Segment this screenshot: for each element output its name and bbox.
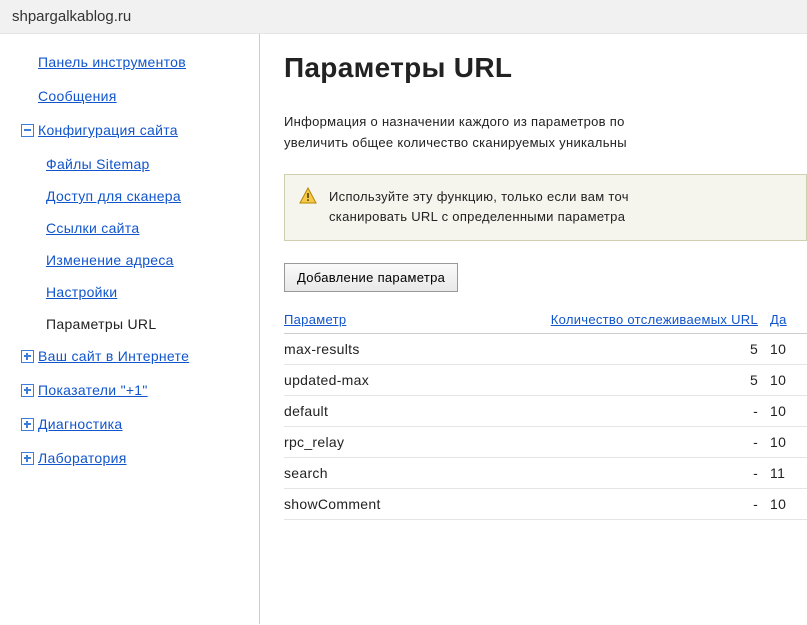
sidebar-item-site-web[interactable]: Ваш сайт в Интернете <box>18 348 249 364</box>
sidebar-link[interactable]: Показатели "+1" <box>38 382 148 398</box>
sidebar-link[interactable]: Диагностика <box>38 416 122 432</box>
cell-date: 11 <box>770 458 807 489</box>
cell-count: - <box>441 396 770 427</box>
expand-icon[interactable] <box>18 452 36 465</box>
cell-param: max-results <box>284 334 441 365</box>
table-header-row: Параметр Количество отслеживаемых URL Да <box>284 306 807 334</box>
sidebar-item-plus-one[interactable]: Показатели "+1" <box>18 382 249 398</box>
table-row: updated-max 5 10 <box>284 365 807 396</box>
warning-notice: Используйте эту функцию, только если вам… <box>284 174 807 242</box>
layout: Панель инструментов Сообщения Конфигурац… <box>0 34 807 624</box>
sidebar-item-site-config[interactable]: Конфигурация сайта <box>18 122 249 138</box>
table-row: max-results 5 10 <box>284 334 807 365</box>
sidebar-active-label: Параметры URL <box>46 316 156 332</box>
intro-text: Информация о назначении каждого из парам… <box>284 112 807 154</box>
sidebar-sub-url-params: Параметры URL <box>46 316 249 332</box>
expand-icon[interactable] <box>18 350 36 363</box>
sidebar-link[interactable]: Ваш сайт в Интернете <box>38 348 189 364</box>
col-param-link[interactable]: Параметр <box>284 312 346 327</box>
cell-count: 5 <box>441 365 770 396</box>
sidebar-link[interactable]: Файлы Sitemap <box>46 156 150 172</box>
main-content: Параметры URL Информация о назначении ка… <box>260 34 807 624</box>
sidebar-submenu: Файлы Sitemap Доступ для сканера Ссылки … <box>46 156 249 332</box>
warning-icon <box>299 187 317 229</box>
sidebar-sub-address-change[interactable]: Изменение адреса <box>46 252 249 268</box>
warning-line-2: сканировать URL с определенными параметр… <box>329 209 625 224</box>
sidebar-item-messages[interactable]: Сообщения <box>18 88 249 104</box>
cell-param: showComment <box>284 489 441 520</box>
table-row: rpc_relay - 10 <box>284 427 807 458</box>
sidebar-link[interactable]: Панель инструментов <box>38 54 186 70</box>
sidebar-link[interactable]: Конфигурация сайта <box>38 122 178 138</box>
warning-text: Используйте эту функцию, только если вам… <box>329 187 629 229</box>
site-domain: shpargalkablog.ru <box>12 8 131 25</box>
sidebar-link[interactable]: Доступ для сканера <box>46 188 181 204</box>
page-title: Параметры URL <box>284 52 807 84</box>
intro-line-2: увеличить общее количество сканируемых у… <box>284 135 627 150</box>
expand-icon[interactable] <box>18 384 36 397</box>
table-row: search - 11 <box>284 458 807 489</box>
sidebar-link[interactable]: Ссылки сайта <box>46 220 139 236</box>
table-body: max-results 5 10 updated-max 5 10 defaul… <box>284 334 807 520</box>
sidebar-sub-settings[interactable]: Настройки <box>46 284 249 300</box>
sidebar-item-labs[interactable]: Лаборатория <box>18 450 249 466</box>
intro-line-1: Информация о назначении каждого из парам… <box>284 114 625 129</box>
cell-date: 10 <box>770 365 807 396</box>
warning-line-1: Используйте эту функцию, только если вам… <box>329 189 629 204</box>
parameters-table: Параметр Количество отслеживаемых URL Да… <box>284 306 807 520</box>
cell-date: 10 <box>770 427 807 458</box>
cell-date: 10 <box>770 489 807 520</box>
cell-count: 5 <box>441 334 770 365</box>
sidebar-link[interactable]: Сообщения <box>38 88 117 104</box>
cell-param: search <box>284 458 441 489</box>
cell-param: updated-max <box>284 365 441 396</box>
col-param[interactable]: Параметр <box>284 306 441 334</box>
col-count[interactable]: Количество отслеживаемых URL <box>441 306 770 334</box>
col-count-link[interactable]: Количество отслеживаемых URL <box>551 312 758 327</box>
cell-date: 10 <box>770 334 807 365</box>
sidebar-sub-sitelinks[interactable]: Ссылки сайта <box>46 220 249 236</box>
cell-count: - <box>441 458 770 489</box>
sidebar-link[interactable]: Настройки <box>46 284 117 300</box>
cell-date: 10 <box>770 396 807 427</box>
add-parameter-button[interactable]: Добавление параметра <box>284 263 458 292</box>
expand-icon[interactable] <box>18 418 36 431</box>
sidebar-link[interactable]: Изменение адреса <box>46 252 174 268</box>
collapse-icon[interactable] <box>18 124 36 137</box>
sidebar: Панель инструментов Сообщения Конфигурац… <box>0 34 260 624</box>
cell-count: - <box>441 489 770 520</box>
sidebar-sub-crawler[interactable]: Доступ для сканера <box>46 188 249 204</box>
header-bar: shpargalkablog.ru <box>0 0 807 34</box>
table-row: default - 10 <box>284 396 807 427</box>
col-date[interactable]: Да <box>770 306 807 334</box>
cell-param: default <box>284 396 441 427</box>
cell-count: - <box>441 427 770 458</box>
sidebar-link[interactable]: Лаборатория <box>38 450 127 466</box>
sidebar-item-diagnostics[interactable]: Диагностика <box>18 416 249 432</box>
table-row: showComment - 10 <box>284 489 807 520</box>
sidebar-item-dashboard[interactable]: Панель инструментов <box>18 54 249 70</box>
col-date-link[interactable]: Да <box>770 312 787 327</box>
cell-param: rpc_relay <box>284 427 441 458</box>
sidebar-sub-sitemap[interactable]: Файлы Sitemap <box>46 156 249 172</box>
